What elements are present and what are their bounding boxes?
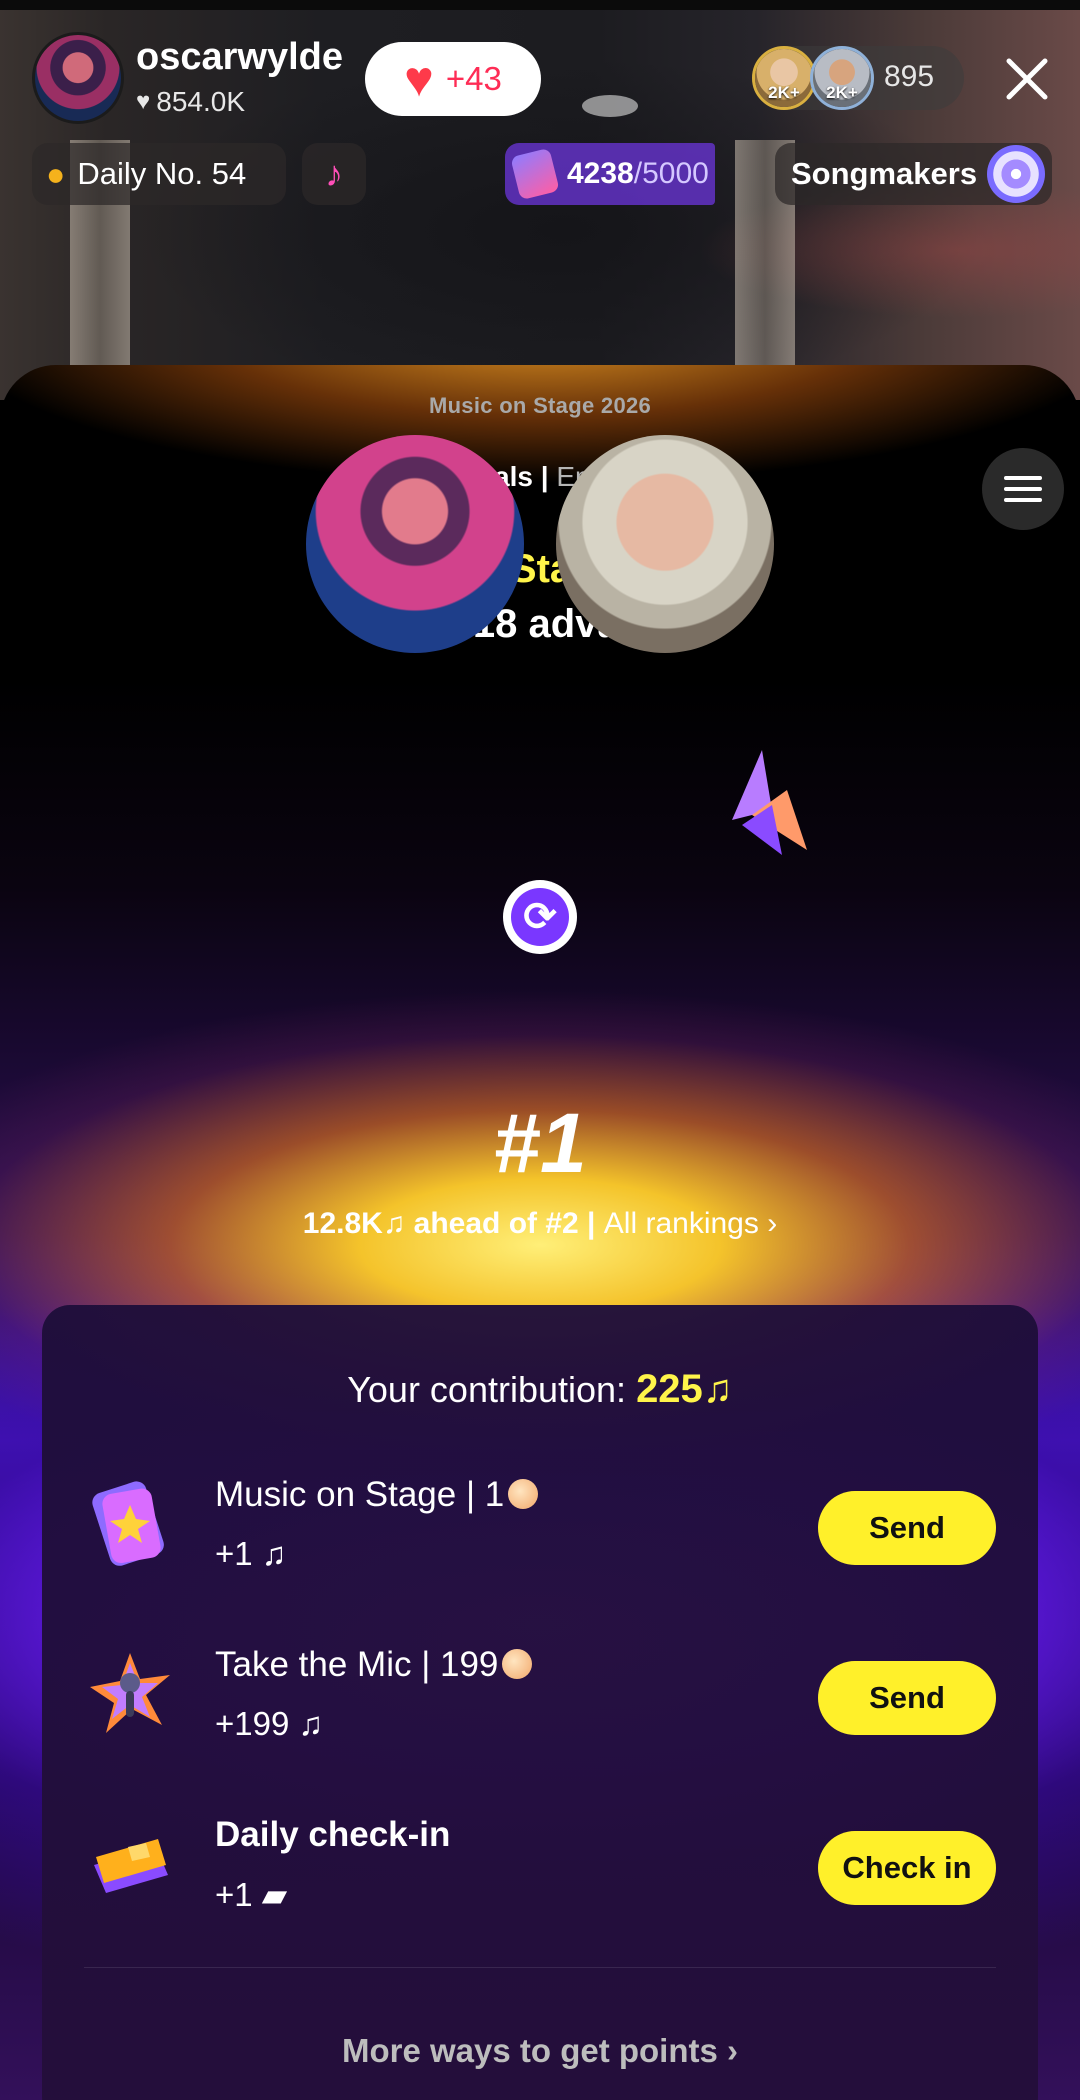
music-chip[interactable]: ♪ [302,143,366,205]
task-points: +1 ♫ [215,1535,287,1572]
viewer-avatar[interactable]: 2K+ [810,46,874,110]
contribution-card: Your contribution: 225♫ Music on Stage |… [42,1305,1038,2100]
status-strip [0,0,1080,10]
more-ways-link[interactable]: More ways to get points › [42,2032,1038,2070]
check-in-button[interactable]: Check in [818,1831,996,1905]
task-title: Daily check-in [215,1815,451,1854]
heart-icon: ♥ [136,88,151,115]
category-title: Super Stars | DJ [385,547,695,591]
task-points: +1 ▰ [215,1876,288,1913]
contribution-title: Your contribution: 225♫ [42,1367,1038,1412]
chevron-right-icon: › [767,1207,778,1240]
menu-button[interactable] [982,448,1064,530]
rank-number: #1 [493,1096,587,1190]
host-avatar[interactable] [32,32,124,124]
like-count: +43 [445,60,502,97]
disc-icon [987,145,1046,203]
contribution-label: Your contribution: [347,1369,637,1410]
all-rankings-label: All rankings [603,1207,759,1240]
goal-progress-chip[interactable]: 4238/5000 [505,143,715,205]
event-title: Music on Stage 2026 [428,393,652,418]
send-take-the-mic-button[interactable]: Send [818,1661,996,1735]
ticket-icon: ▰ [261,1876,288,1913]
task-row: Music on Stage | 1 +1 ♫ Send [42,1465,1038,1605]
close-button[interactable] [996,48,1058,110]
music-note-icon: ♪ [325,153,343,194]
coin-icon [502,1649,533,1679]
task-row: Take the Mic | 199 +199 ♫ Send [42,1635,1038,1775]
swap-icon: ⟳ [503,880,577,954]
send-music-on-stage-button[interactable]: Send [818,1491,996,1565]
viewer-avatar[interactable]: 2K+ [752,46,816,110]
daily-rank-label: Daily No. 54 [77,156,247,191]
songmakers-label: Songmakers [791,156,978,191]
goal-max: /5000 [633,157,709,190]
task-title: Take the Mic | 199 [215,1645,533,1685]
chevron-right-icon: › [727,2032,739,2069]
menu-icon [1004,476,1042,480]
viewer-level-badge: 2K+ [768,83,800,102]
ticket-gift-icon [92,1481,164,1566]
viewer-count[interactable]: 895 [884,60,934,94]
ceiling-lamp [582,95,638,117]
rankings-link[interactable]: 12.8K♫ ahead of #2 | All rankings › [0,1207,1080,1241]
viewer-list[interactable]: 2K+ 2K+ 895 [752,46,964,110]
host-pair-avatar[interactable] [306,435,524,653]
lead-margin: 12.8K♫ ahead of #2 [302,1207,579,1240]
viewer-level-badge: 2K+ [826,83,858,102]
host-likes-count: 854.0K [156,86,245,117]
host-likes: ♥ 854.0K [136,86,245,118]
coin-icon [508,1479,539,1509]
round-link[interactable]: US Semi-finals | Ends in 1 day › [0,461,1080,493]
host-name[interactable]: oscarwylde [136,36,343,79]
close-icon [1006,58,1048,100]
advance-title: Top 18 advance [391,602,689,646]
check-in-ticket-icon [94,1839,168,1893]
rank-separator: | [578,1207,604,1240]
ticket-icon [510,147,560,201]
task-points: +199 ♫ [215,1705,324,1742]
partner-pair-avatar[interactable] [556,435,774,653]
goal-progress-text: 4238/5000 [567,157,709,191]
crown-ribbon-icon [732,750,807,855]
task-title: Music on Stage | 1 [215,1475,539,1515]
goal-current: 4238 [567,157,634,190]
songmakers-chip[interactable]: Songmakers [775,143,1052,205]
daily-rank-chip[interactable]: ● Daily No. 54 [32,143,286,205]
like-button[interactable]: ♥ +43 [365,42,541,116]
divider [84,1967,996,1968]
heart-icon: ♥ [404,51,434,107]
task-row: Daily check-in +1 ▰ Check in [42,1805,1038,1945]
round-separator: | [532,461,557,492]
contribution-value: 225♫ [636,1367,733,1411]
fire-icon: ● [46,155,66,192]
microphone-gift-icon [90,1653,170,1733]
